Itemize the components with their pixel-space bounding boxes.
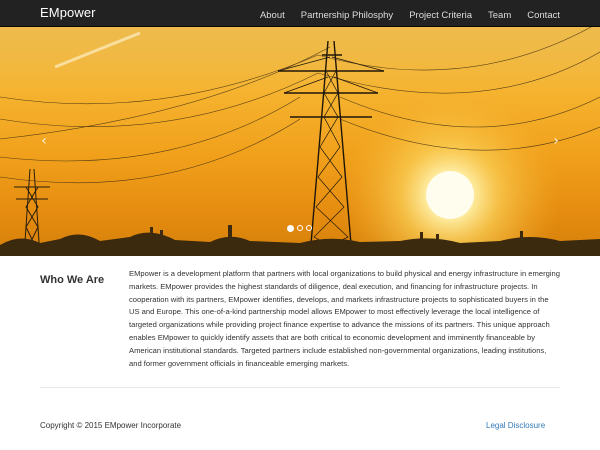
hero-carousel: ‹ › [0,27,600,256]
copyright-text: Copyright © 2015 EMpower Incorporate [40,421,182,430]
who-we-are-heading: Who We Are [40,274,105,286]
carousel-indicator-3[interactable] [306,225,312,231]
carousel-indicators [287,224,312,232]
carousel-indicator-1[interactable] [287,224,294,232]
brand-logo-link[interactable]: EMpower [40,5,96,20]
top-navbar: EMpower About Partnership Philosphy Proj… [0,0,600,27]
hero-image-power-lines-sunset [0,27,600,256]
carousel-prev-arrow-icon[interactable]: ‹ [37,131,51,151]
who-we-are-paragraph: EMpower is a development platform that p… [129,269,560,368]
nav-link-contact[interactable]: Contact [527,10,560,21]
legal-disclosure-link[interactable]: Legal Disclosure [486,421,545,430]
carousel-indicator-2[interactable] [297,225,303,231]
nav-link-partnership-philosophy[interactable]: Partnership Philosphy [301,10,393,21]
section-divider [40,387,560,388]
nav-menu: About Partnership Philosphy Project Crit… [244,0,560,27]
nav-link-about[interactable]: About [260,10,285,21]
nav-link-project-criteria[interactable]: Project Criteria [409,10,472,21]
carousel-next-arrow-icon[interactable]: › [549,131,563,151]
nav-link-team[interactable]: Team [488,10,511,21]
